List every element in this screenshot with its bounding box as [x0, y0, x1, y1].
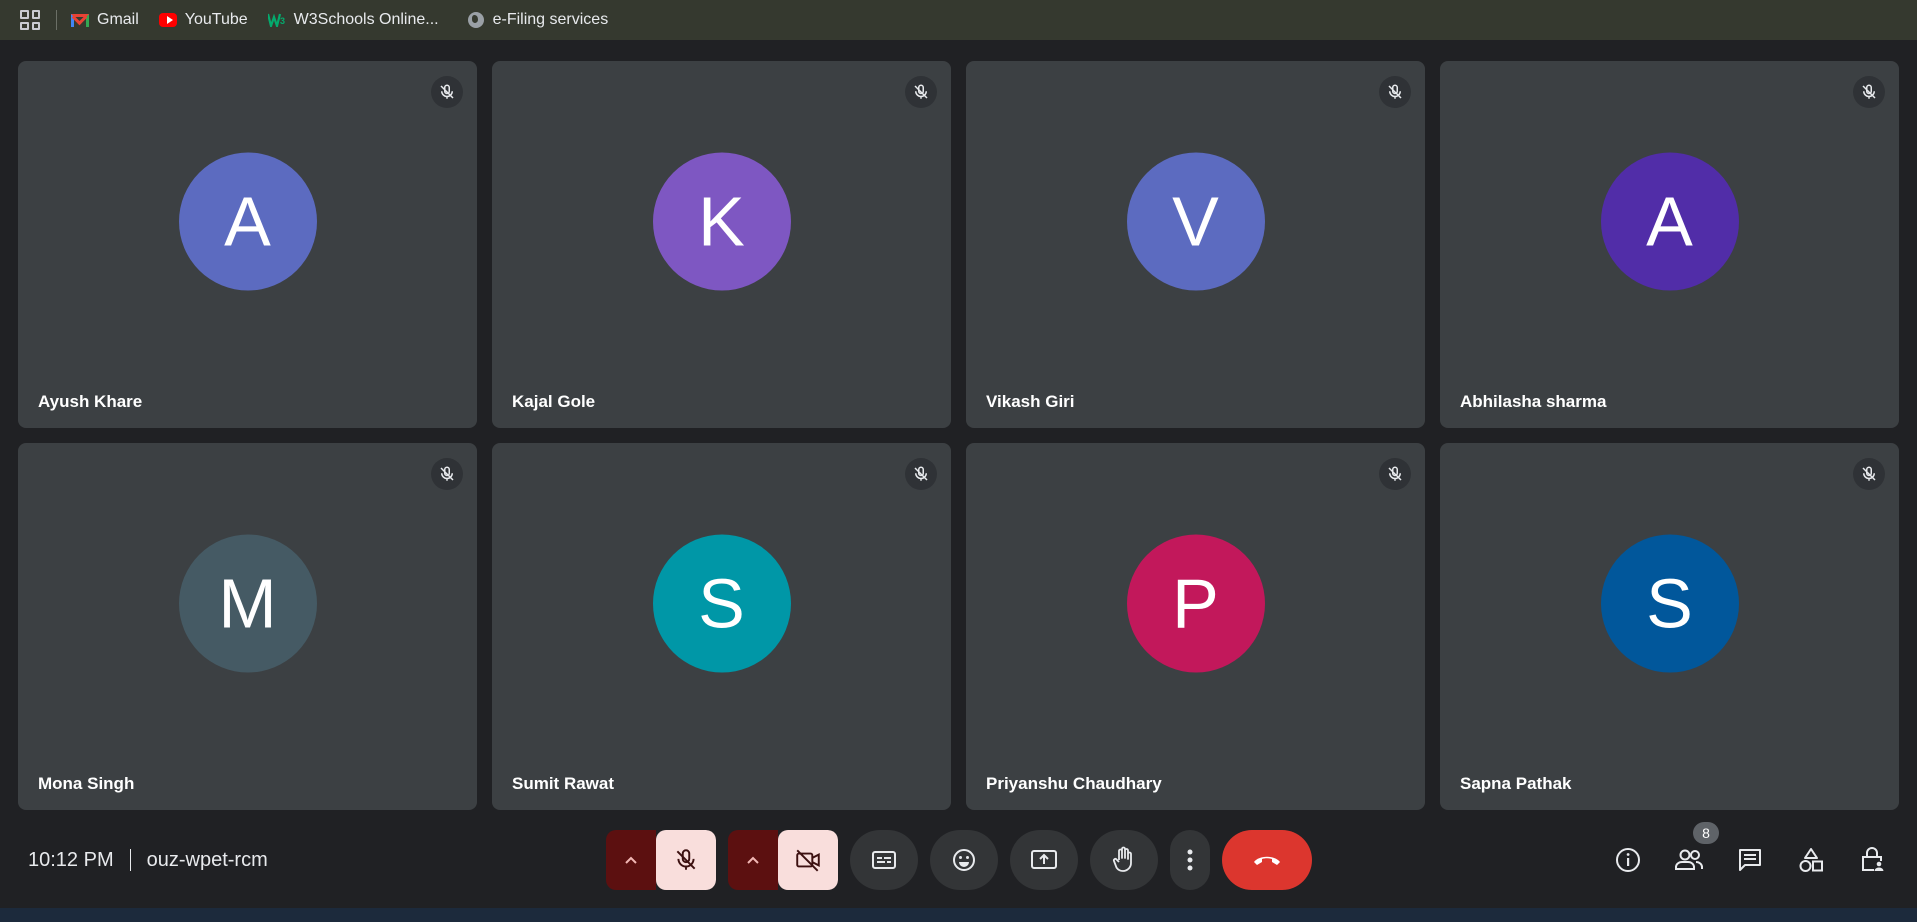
chevron-up-icon	[747, 856, 759, 864]
people-count-badge: 8	[1693, 822, 1719, 844]
activities-shapes-icon	[1799, 848, 1823, 872]
meeting-details-button[interactable]	[1612, 844, 1644, 876]
w3schools-icon: 3	[267, 13, 286, 27]
muted-indicator	[1379, 76, 1411, 108]
lock-person-icon	[1862, 847, 1884, 871]
apps-grid-icon[interactable]	[20, 10, 40, 30]
participant-name: Ayush Khare	[38, 392, 143, 411]
closed-captions-icon	[872, 851, 896, 869]
bookmark-label: W3Schools Online...	[293, 11, 439, 28]
chat-icon	[1739, 849, 1761, 871]
bookmarks-bar: Gmail YouTube 3 W3Schools Online... e-Fi…	[0, 0, 1917, 40]
bookmark-youtube[interactable]: YouTube	[158, 11, 248, 29]
muted-indicator	[905, 76, 937, 108]
participant-name: Priyanshu Chaudhary	[986, 774, 1162, 793]
meeting-details: 10:12 PM ouz-wpet-rcm	[28, 820, 268, 900]
camera-control	[728, 830, 838, 890]
participant-name: Abhilasha sharma	[1460, 392, 1607, 411]
participant-tile[interactable]: P Priyanshu Chaudhary	[966, 443, 1425, 810]
video-options-button[interactable]	[728, 830, 778, 890]
gmail-icon	[71, 13, 89, 27]
bookmark-w3schools[interactable]: 3 W3Schools Online...	[267, 11, 439, 29]
call-controls	[606, 830, 1312, 890]
call-end-icon	[1254, 856, 1280, 865]
leave-call-button[interactable]	[1222, 830, 1312, 890]
chevron-up-icon	[625, 856, 637, 864]
reactions-button[interactable]	[930, 830, 998, 890]
mic-off-icon	[914, 466, 928, 481]
participant-tile[interactable]: S Sapna Pathak	[1440, 443, 1899, 810]
participant-tile[interactable]: M Mona Singh	[18, 443, 477, 810]
meeting-code: ouz-wpet-rcm	[146, 848, 268, 871]
captions-button[interactable]	[850, 830, 918, 890]
microphone-off-button[interactable]	[656, 830, 716, 890]
mic-off-icon	[1862, 84, 1876, 99]
muted-indicator	[431, 458, 463, 490]
avatar: V	[1126, 152, 1265, 291]
activities-button[interactable]	[1795, 844, 1827, 876]
camera-off-button[interactable]	[778, 830, 838, 890]
microphone-control	[606, 830, 716, 890]
avatar: M	[178, 534, 317, 673]
meeting-controls-bar: 10:12 PM ouz-wpet-rcm 8	[0, 820, 1917, 900]
camera-off-icon	[796, 849, 820, 872]
side-panel-controls: 8	[1612, 820, 1917, 900]
avatar: A	[178, 152, 317, 291]
muted-indicator	[1853, 458, 1885, 490]
bookmark-label: e-Filing services	[492, 11, 609, 28]
host-controls-button[interactable]	[1856, 844, 1888, 876]
avatar: P	[1126, 534, 1265, 673]
mic-off-icon	[1862, 466, 1876, 481]
bookmark-gmail[interactable]: Gmail	[71, 11, 139, 29]
participants-grid: A Ayush Khare K Kajal Gole V Vikash Giri A Abhi…	[18, 61, 1899, 810]
mic-off-icon	[914, 84, 928, 99]
muted-indicator	[1853, 76, 1885, 108]
avatar: S	[1600, 534, 1739, 673]
avatar: S	[652, 534, 791, 673]
info-icon	[1616, 848, 1640, 872]
people-button[interactable]: 8	[1673, 822, 1719, 876]
muted-indicator	[905, 458, 937, 490]
mic-off-icon	[676, 849, 696, 870]
present-screen-button[interactable]	[1010, 830, 1078, 890]
svg-text:3: 3	[280, 16, 285, 26]
globe-icon	[467, 12, 485, 28]
details-divider	[129, 849, 131, 871]
participant-tile[interactable]: V Vikash Giri	[966, 61, 1425, 428]
participant-name: Sapna Pathak	[1460, 774, 1572, 793]
present-screen-icon	[1031, 850, 1057, 869]
raise-hand-icon	[1113, 846, 1132, 872]
bookmark-efiling[interactable]: e-Filing services	[467, 11, 609, 29]
mic-off-icon	[1388, 84, 1402, 99]
muted-indicator	[431, 76, 463, 108]
audio-options-button[interactable]	[606, 830, 656, 890]
mic-off-icon	[440, 84, 454, 99]
bookmark-label: YouTube	[184, 11, 248, 28]
chat-button[interactable]	[1734, 844, 1766, 876]
raise-hand-button[interactable]	[1090, 830, 1158, 890]
participant-name: Mona Singh	[38, 774, 135, 793]
bookmarks-divider	[56, 10, 57, 30]
more-vert-icon	[1187, 849, 1193, 871]
current-time: 10:12 PM	[28, 848, 114, 871]
os-taskbar	[0, 908, 1917, 922]
mic-off-icon	[1388, 466, 1402, 481]
participant-tile[interactable]: A Ayush Khare	[18, 61, 477, 428]
mic-off-icon	[440, 466, 454, 481]
participant-name: Kajal Gole	[512, 392, 596, 411]
emoji-icon	[953, 849, 975, 871]
bookmark-label: Gmail	[97, 11, 139, 28]
muted-indicator	[1379, 458, 1411, 490]
participant-name: Vikash Giri	[986, 392, 1075, 411]
avatar: A	[1600, 152, 1739, 291]
participant-tile[interactable]: K Kajal Gole	[492, 61, 951, 428]
more-options-button[interactable]	[1170, 830, 1210, 890]
avatar: K	[652, 152, 791, 291]
people-icon	[1675, 849, 1703, 870]
participant-name: Sumit Rawat	[512, 774, 615, 793]
participant-tile[interactable]: S Sumit Rawat	[492, 443, 951, 810]
participant-tile[interactable]: A Abhilasha sharma	[1440, 61, 1899, 428]
youtube-icon	[158, 13, 177, 27]
